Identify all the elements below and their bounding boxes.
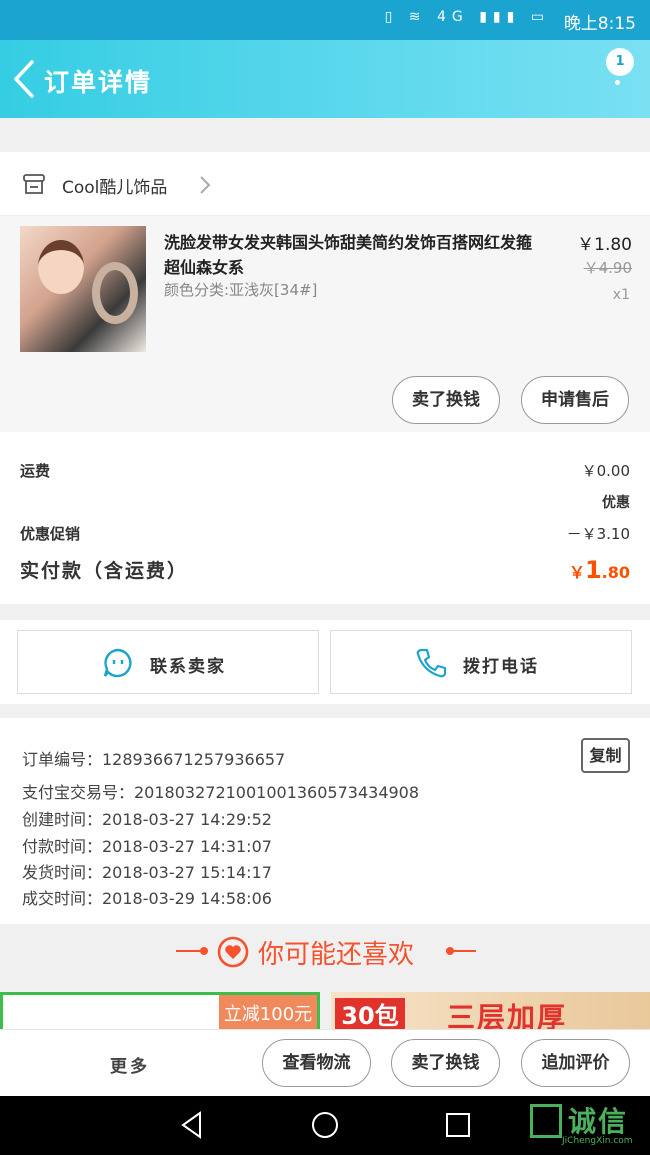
nav-home-icon[interactable] bbox=[310, 1110, 340, 1140]
recommend-card-tag: 立减100元 bbox=[219, 995, 317, 1030]
total-value: ￥1.80 bbox=[568, 556, 630, 584]
shipping-value: ￥0.00 bbox=[581, 462, 630, 480]
nav-recents-icon[interactable] bbox=[443, 1110, 473, 1140]
divider-dot-left bbox=[200, 947, 208, 955]
product-original-price: ￥4.90 bbox=[583, 259, 632, 277]
view-logistics-button[interactable]: 查看物流 bbox=[262, 1039, 371, 1087]
product-quantity: x1 bbox=[612, 287, 630, 303]
sell-swap-bottom-button[interactable]: 卖了换钱 bbox=[391, 1039, 500, 1087]
status-time: 晚上8:15 bbox=[563, 14, 636, 34]
after-sale-button[interactable]: 申请售后 bbox=[521, 376, 629, 424]
back-arrow-icon[interactable] bbox=[10, 58, 46, 100]
page-title: 订单详情 bbox=[44, 68, 153, 97]
total-label: 实付款（含运费） bbox=[20, 560, 189, 582]
watermark-logo: 诚信 JiChengXin.com bbox=[528, 1100, 646, 1150]
completed-time: 成交时间：2018-03-29 14:58:06 bbox=[22, 889, 272, 908]
more-button[interactable]: 更多 bbox=[110, 1052, 150, 1077]
store-icon bbox=[23, 174, 45, 194]
add-review-button[interactable]: 追加评价 bbox=[521, 1039, 630, 1087]
recommend-card-tag: 30包 bbox=[335, 998, 405, 1030]
recommend-title: 你可能还喜欢 bbox=[258, 940, 415, 970]
order-info-section: 订单编号：128936671257936657 复制 支付宝交易号：201803… bbox=[0, 718, 650, 924]
shipping-label: 运费 bbox=[20, 462, 51, 480]
call-button[interactable]: 拨打电话 bbox=[330, 630, 632, 694]
bottom-action-bar: 更多 查看物流 卖了换钱 追加评价 bbox=[0, 1029, 650, 1096]
promo-label: 优惠促销 bbox=[20, 525, 81, 543]
chat-icon bbox=[103, 648, 132, 678]
phone-icon bbox=[416, 648, 447, 678]
call-label: 拨打电话 bbox=[463, 657, 539, 677]
fees-section: 运费 ￥0.00 优惠 优惠促销 －￥3.10 实付款（含运费） ￥1.80 bbox=[0, 432, 650, 604]
shipped-time: 发货时间：2018-03-27 15:14:17 bbox=[22, 863, 272, 882]
contact-section: 联系卖家 拨打电话 bbox=[0, 620, 650, 704]
recommend-card-text: 三层加厚 bbox=[447, 1001, 568, 1030]
promo-value: －￥3.10 bbox=[566, 525, 630, 543]
heart-icon bbox=[217, 936, 249, 968]
copy-button[interactable]: 复制 bbox=[581, 738, 630, 773]
contact-seller-label: 联系卖家 bbox=[150, 657, 226, 677]
recommend-header: 你可能还喜欢 bbox=[0, 924, 650, 980]
shop-row[interactable]: Cool酷儿饰品 bbox=[0, 152, 650, 216]
chevron-right-icon bbox=[200, 176, 211, 194]
title-bar: 订单详情 1 bbox=[0, 40, 650, 118]
watermark-seal-icon bbox=[530, 1104, 562, 1138]
nav-back-icon[interactable] bbox=[178, 1110, 208, 1140]
recommend-card[interactable]: 30包 三层加厚 bbox=[331, 992, 650, 1030]
watermark-subtext: JiChengXin.com bbox=[562, 1136, 633, 1146]
watermark-text: 诚信 bbox=[568, 1105, 629, 1138]
product-title[interactable]: 洗脸发带女发夹韩国头饰甜美简约发饰百搭网红发箍超仙森女系 bbox=[164, 230, 534, 280]
divider-dot-right bbox=[446, 947, 454, 955]
status-bar: ▯ ≋ 4G ▮▮▮ ▭ 晚上8:15 bbox=[0, 0, 650, 40]
paid-time: 付款时间：2018-03-27 14:31:07 bbox=[22, 837, 272, 856]
discount-tag: 优惠 bbox=[602, 495, 630, 511]
shop-name: Cool酷儿饰品 bbox=[62, 178, 168, 198]
product-price: ￥1.80 bbox=[577, 235, 632, 255]
product-thumbnail[interactable] bbox=[20, 226, 146, 352]
contact-seller-button[interactable]: 联系卖家 bbox=[17, 630, 319, 694]
created-time: 创建时间：2018-03-27 14:29:52 bbox=[22, 810, 272, 829]
recommend-list: 立减100元 30包 三层加厚 bbox=[0, 992, 650, 1030]
alipay-number: 支付宝交易号：2018032721001001360573434908 bbox=[22, 783, 420, 802]
product-item[interactable]: 洗脸发带女发夹韩国头饰甜美简约发饰百搭网红发箍超仙森女系 颜色分类:亚浅灰[34… bbox=[0, 216, 650, 432]
status-icons: ▯ ≋ 4G ▮▮▮ ▭ bbox=[384, 9, 550, 25]
product-sku: 颜色分类:亚浅灰[34#] bbox=[164, 281, 318, 299]
recommend-card[interactable]: 立减100元 bbox=[0, 992, 320, 1030]
more-menu-icon[interactable] bbox=[610, 68, 624, 98]
order-number: 订单编号：128936671257936657 bbox=[22, 750, 286, 769]
sell-swap-button[interactable]: 卖了换钱 bbox=[392, 376, 500, 424]
system-nav-bar: 诚信 JiChengXin.com bbox=[0, 1096, 650, 1155]
